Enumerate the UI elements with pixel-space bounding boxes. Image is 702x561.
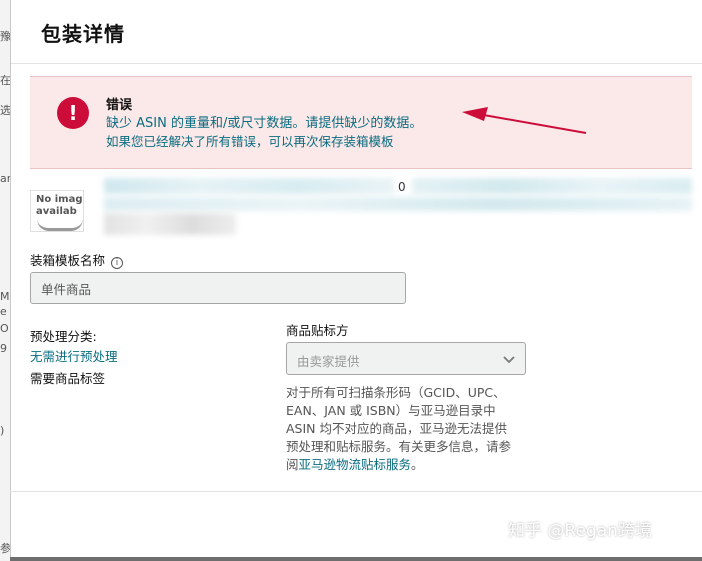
bg-fragment: O [0, 322, 9, 335]
labeling-description: 对于所有可扫描条形码（GCID、UPC、 EAN、JAN 或 ISBN）与亚马逊… [286, 384, 536, 474]
desc-line: ASIN 均不对应的商品，亚马逊无法提供 [286, 421, 507, 436]
error-title: 错误 [106, 98, 133, 113]
labeling-owner-value: 由卖家提供 [297, 354, 360, 369]
desc-prefix: 阅 [286, 457, 299, 472]
bg-fragment: ) [0, 424, 5, 437]
prep-category-label: 预处理分类: [30, 329, 97, 344]
footer-divider [10, 491, 702, 492]
amazon-smile-icon [37, 219, 83, 231]
product-thumbnail: No image availab [30, 190, 84, 232]
labeling-owner-select[interactable]: 由卖家提供 [286, 342, 526, 375]
bg-fragment: 9 [0, 342, 7, 355]
template-name-label-text: 装箱模板名称 [30, 253, 106, 268]
bottom-edge [10, 557, 702, 561]
blurred-product-title-2 [412, 178, 692, 194]
exclamation-icon: ! [57, 97, 89, 129]
blurred-product-id [104, 213, 236, 235]
template-name-input[interactable] [30, 272, 406, 304]
desc-line: 预处理和贴标服务。有关更多信息，请参 [286, 439, 512, 454]
error-alert: ! 错误 缺少 ASIN 的重量和/或尺寸数据。请提供缺少的数据。 如果您已经解… [30, 76, 692, 169]
modal-title: 包装详情 [41, 22, 125, 46]
desc-line: EAN、JAN 或 ISBN）与亚马逊目录中 [286, 403, 496, 418]
fba-labeling-link[interactable]: 亚马逊物流贴标服务 [299, 457, 412, 472]
template-name-label: 装箱模板名称 i [30, 250, 124, 269]
desc-line: 对于所有可扫描条形码（GCID、UPC、 [286, 385, 506, 400]
error-hint: 如果您已经解决了所有错误，可以再次保存装箱模板 [106, 134, 394, 149]
chevron-down-icon [503, 356, 515, 364]
blurred-product-title [104, 178, 394, 194]
needs-label-text: 需要商品标签 [30, 371, 106, 386]
desc-suffix: 。 [411, 457, 424, 472]
product-id-fragment: 0 [398, 180, 406, 194]
bg-fragment: e [0, 305, 7, 318]
prep-category-link[interactable]: 无需进行预处理 [30, 346, 118, 365]
labeling-owner-label: 商品贴标方 [286, 323, 349, 338]
modal-header: 包装详情 [11, 0, 702, 64]
desc-line-last: 阅亚马逊物流贴标服务。 [286, 456, 536, 474]
blurred-product-sku [104, 197, 692, 211]
info-icon[interactable]: i [111, 257, 124, 269]
no-image-text: No image [36, 194, 84, 205]
watermark: 知乎 @Regan跨境 [508, 521, 652, 541]
error-message: 缺少 ASIN 的重量和/或尺寸数据。请提供缺少的数据。 [106, 116, 423, 131]
no-image-text-2: availab [36, 206, 77, 217]
